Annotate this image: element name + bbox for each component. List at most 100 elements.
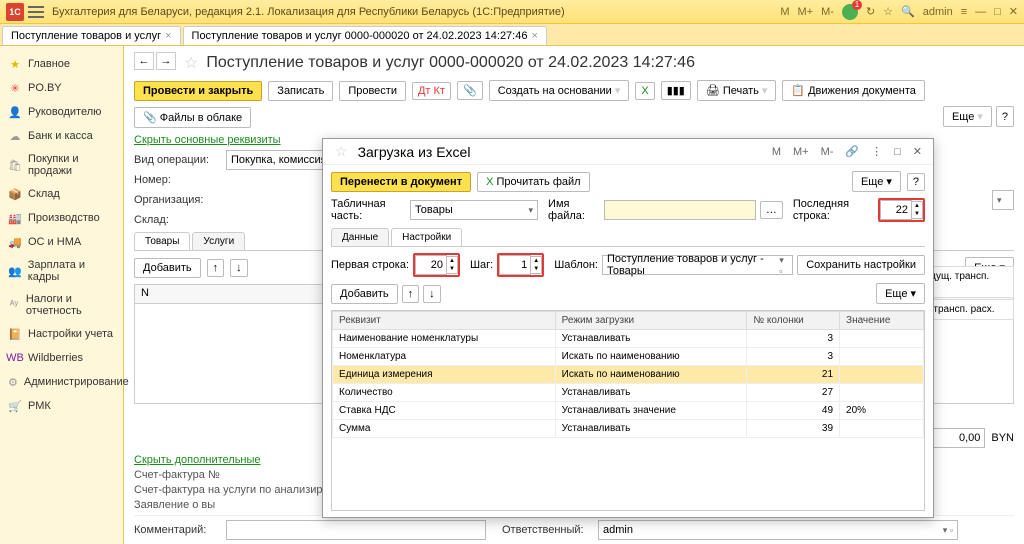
- grid-up-button[interactable]: ↑: [402, 285, 420, 303]
- options-icon[interactable]: ⋮: [868, 145, 885, 158]
- cloud-files-button[interactable]: 📎 Файлы в облаке: [134, 107, 251, 128]
- tabpart-select[interactable]: Товары▾: [410, 200, 538, 220]
- resp-select[interactable]: admin▾ ▫: [598, 520, 958, 540]
- favorite-icon[interactable]: ☆: [883, 5, 893, 18]
- notifications-icon[interactable]: [842, 4, 858, 20]
- grid-row[interactable]: КоличествоУстанавливать27: [333, 384, 924, 402]
- tabbar: Поступление товаров и услуг× Поступление…: [0, 24, 1024, 46]
- mem-mplus[interactable]: M+: [790, 146, 812, 158]
- comment-input[interactable]: [226, 520, 486, 540]
- save-settings-button[interactable]: Сохранить настройки: [797, 255, 925, 275]
- mem-mminus[interactable]: M-: [821, 6, 834, 18]
- window-tab[interactable]: Поступление товаров и услуг 0000-000020 …: [183, 26, 547, 45]
- sidebar-item[interactable]: 🛍Покупки и продажи: [0, 148, 123, 182]
- movements-button[interactable]: 📋 Движения документа: [782, 80, 925, 101]
- grid-more-button[interactable]: Еще ▾: [876, 283, 925, 304]
- window-tab[interactable]: Поступление товаров и услуг×: [2, 26, 181, 45]
- nomer-label: Номер:: [134, 174, 220, 186]
- template-label: Шаблон:: [554, 259, 598, 271]
- sidebar-item[interactable]: ★Главное: [0, 52, 123, 76]
- excel-import-dialog: ☆ Загрузка из Excel M M+ M- 🔗 ⋮ □ ✕ Пере…: [322, 138, 934, 518]
- history-icon[interactable]: ↻: [866, 5, 875, 18]
- search-icon[interactable]: 🔍: [901, 5, 915, 18]
- modal-more-button[interactable]: Еще ▾: [852, 171, 901, 192]
- print-button[interactable]: 🖨 Печать ▾: [697, 80, 777, 101]
- close-icon[interactable]: ✕: [910, 145, 925, 158]
- mem-mminus[interactable]: M-: [818, 146, 837, 158]
- grid-add-button[interactable]: Добавить: [331, 284, 398, 304]
- grid-row[interactable]: Единица измеренияИскать по наименованию2…: [333, 366, 924, 384]
- org-dd[interactable]: ▾: [992, 190, 1014, 210]
- attachment-button[interactable]: 📎: [457, 81, 483, 100]
- lastrow-spinner[interactable]: ▲▼: [878, 198, 925, 222]
- grid-row[interactable]: НоменклатураИскать по наименованию3: [333, 348, 924, 366]
- close-icon[interactable]: ✕: [1009, 5, 1018, 18]
- sidebar-item[interactable]: ⚙Администрирование: [0, 370, 123, 394]
- maximize-icon[interactable]: □: [891, 146, 904, 158]
- grid-down-button[interactable]: ↓: [423, 285, 441, 303]
- sidebar-item[interactable]: 📦Склад: [0, 182, 123, 206]
- document-title: Поступление товаров и услуг 0000-000020 …: [206, 54, 695, 72]
- read-file-button[interactable]: X Прочитать файл: [477, 172, 589, 192]
- nav-back[interactable]: ←: [134, 52, 154, 70]
- grid-row[interactable]: СуммаУстанавливать39: [333, 420, 924, 438]
- mem-m[interactable]: M: [780, 6, 789, 18]
- sidebar-item[interactable]: ✳PO.BY: [0, 76, 123, 100]
- star-icon[interactable]: ☆: [184, 53, 198, 73]
- user-label[interactable]: admin: [923, 6, 953, 18]
- maximize-icon[interactable]: □: [994, 6, 1001, 18]
- grid-row[interactable]: Ставка НДСУстанавливать значение4920%: [333, 402, 924, 420]
- tab-close-icon[interactable]: ×: [531, 30, 537, 42]
- hide-main-link[interactable]: Скрыть основные реквизиты: [134, 134, 281, 146]
- tab-services[interactable]: Услуги: [192, 232, 245, 250]
- template-select[interactable]: Поступление товаров и услуг - Товары▾ ▫: [602, 255, 793, 275]
- sidebar-item[interactable]: 🚚ОС и НМА: [0, 230, 123, 254]
- excel-button[interactable]: X: [635, 82, 654, 100]
- help-button[interactable]: ?: [996, 106, 1014, 127]
- comment-label: Комментарий:: [134, 524, 220, 536]
- tabpart-label: Табличная часть:: [331, 198, 406, 222]
- dtkt-button[interactable]: Дт Кт: [412, 82, 451, 100]
- sidebar-item[interactable]: 🛒РМК: [0, 394, 123, 418]
- sidebar-item[interactable]: 👤Руководителю: [0, 100, 123, 124]
- tab-close-icon[interactable]: ×: [165, 30, 171, 42]
- sidebar-item[interactable]: ᴬʸНалоги и отчетность: [0, 288, 123, 322]
- more-button[interactable]: Еще ▾: [943, 106, 992, 127]
- grid-row[interactable]: Наименование номенклатурыУстанавливать3: [333, 330, 924, 348]
- hide-extra-link[interactable]: Скрыть дополнительные: [134, 454, 261, 466]
- move-up-button[interactable]: ↑: [207, 259, 225, 277]
- file-browse-button[interactable]: …: [760, 201, 783, 219]
- sidebar-item[interactable]: ☁Банк и касса: [0, 124, 123, 148]
- post-close-button[interactable]: Провести и закрыть: [134, 81, 262, 101]
- mem-mplus[interactable]: M+: [798, 6, 814, 18]
- firstrow-spinner[interactable]: ▲▼: [413, 253, 460, 277]
- move-down-button[interactable]: ↓: [230, 259, 248, 277]
- sidebar-item[interactable]: WBWildberries: [0, 346, 123, 370]
- menu-icon[interactable]: [28, 6, 44, 18]
- tab-goods[interactable]: Товары: [134, 232, 190, 250]
- sidebar-item[interactable]: 🏭Производство: [0, 206, 123, 230]
- modal-help-button[interactable]: ?: [907, 173, 925, 191]
- subtab-data[interactable]: Данные: [331, 228, 389, 246]
- minimize-icon[interactable]: —: [975, 6, 986, 18]
- settings-icon[interactable]: ≡: [961, 6, 967, 18]
- create-based-button[interactable]: Создать на основании ▾: [489, 80, 630, 101]
- post-button[interactable]: Провести: [339, 81, 406, 101]
- subtab-settings[interactable]: Настройки: [391, 228, 462, 246]
- mem-m[interactable]: M: [769, 146, 784, 158]
- sidebar-item[interactable]: 👥Зарплата и кадры: [0, 254, 123, 288]
- save-button[interactable]: Записать: [268, 81, 333, 101]
- add-row-button[interactable]: Добавить: [134, 258, 201, 278]
- nds-input[interactable]: [925, 428, 985, 448]
- transfer-button[interactable]: Перенести в документ: [331, 172, 471, 192]
- link-icon[interactable]: 🔗: [842, 145, 862, 158]
- settings-grid[interactable]: РеквизитРежим загрузки№ колонкиЗначениеН…: [331, 310, 925, 511]
- step-spinner[interactable]: ▲▼: [497, 253, 544, 277]
- sidebar-item[interactable]: 📔Настройки учета: [0, 322, 123, 346]
- currency-label: BYN: [991, 432, 1014, 444]
- nav-forward[interactable]: →: [156, 52, 176, 70]
- star-icon[interactable]: ☆: [335, 143, 348, 160]
- lastrow-label: Последняя строка:: [793, 198, 874, 222]
- file-input[interactable]: [604, 200, 756, 220]
- barcode-button[interactable]: ▮▮▮: [661, 81, 691, 100]
